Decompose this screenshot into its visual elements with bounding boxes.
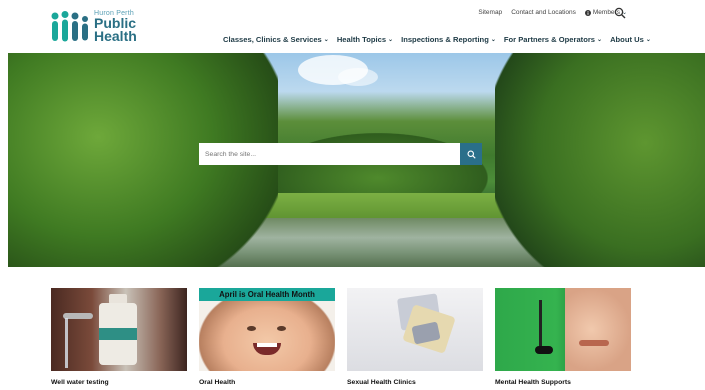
nav-item-classes[interactable]: Classes, Clinics & Services ⌄: [223, 35, 329, 44]
cloud: [338, 68, 378, 86]
site-search: [199, 143, 482, 165]
water-sample-photo: [51, 288, 187, 371]
search-input[interactable]: [199, 143, 460, 165]
child-smile-photo: April is Oral Health Month: [199, 288, 335, 371]
card-oral-health[interactable]: April is Oral Health Month Oral Health: [199, 288, 335, 390]
nav-item-about[interactable]: About Us ⌄: [610, 35, 651, 44]
site-header: Huron Perth Public Health Sitemap Contac…: [0, 0, 705, 52]
headset-person-photo: [495, 288, 631, 371]
pill-pack-photo: [347, 288, 483, 371]
main-nav: Classes, Clinics & Services ⌄ Health Topi…: [223, 35, 651, 44]
utility-nav: Sitemap Contact and Locations Members ⌄: [478, 9, 627, 16]
sitemap-link[interactable]: Sitemap: [478, 9, 502, 16]
nav-label: Inspections & Reporting: [401, 35, 489, 44]
info-icon: [584, 9, 591, 16]
card-well-water[interactable]: Well water testing: [51, 288, 187, 390]
card-title: Oral Health: [199, 379, 236, 386]
card-mental-health[interactable]: Mental Health Supports: [495, 288, 631, 390]
contact-link[interactable]: Contact and Locations: [511, 9, 576, 16]
card-sexual-health[interactable]: Sexual Health Clinics: [347, 288, 483, 390]
nav-label: For Partners & Operators: [503, 35, 596, 44]
card-title: Sexual Health Clinics: [347, 379, 416, 386]
nav-label: Health Topics: [336, 35, 387, 44]
nav-label: Classes, Clinics & Services: [223, 35, 322, 44]
chevron-down-icon: ⌄: [490, 37, 496, 43]
chevron-down-icon: ⌄: [388, 37, 394, 43]
site-logo[interactable]: Huron Perth Public Health: [50, 9, 150, 45]
search-button[interactable]: [460, 143, 482, 165]
logo-people-icon: [51, 11, 88, 42]
nav-item-health-topics[interactable]: Health Topics ⌄: [337, 35, 393, 44]
chevron-down-icon: ⌄: [645, 37, 651, 43]
nav-item-partners[interactable]: For Partners & Operators ⌄: [504, 35, 602, 44]
search-icon: [466, 149, 476, 159]
search-icon[interactable]: [614, 7, 626, 19]
hero-banner: [8, 53, 705, 267]
nav-label: About Us: [610, 35, 644, 44]
card-title: Mental Health Supports: [495, 379, 571, 386]
oral-health-banner: April is Oral Health Month: [199, 288, 335, 301]
card-title: Well water testing: [51, 379, 109, 386]
tree-right: [495, 53, 705, 267]
nav-item-inspections[interactable]: Inspections & Reporting ⌄: [401, 35, 496, 44]
feature-cards: Well water testing April is Oral Health …: [51, 288, 636, 390]
chevron-down-icon: ⌄: [597, 37, 603, 43]
chevron-down-icon: ⌄: [323, 37, 329, 43]
logo-line-3: Health: [94, 28, 137, 44]
